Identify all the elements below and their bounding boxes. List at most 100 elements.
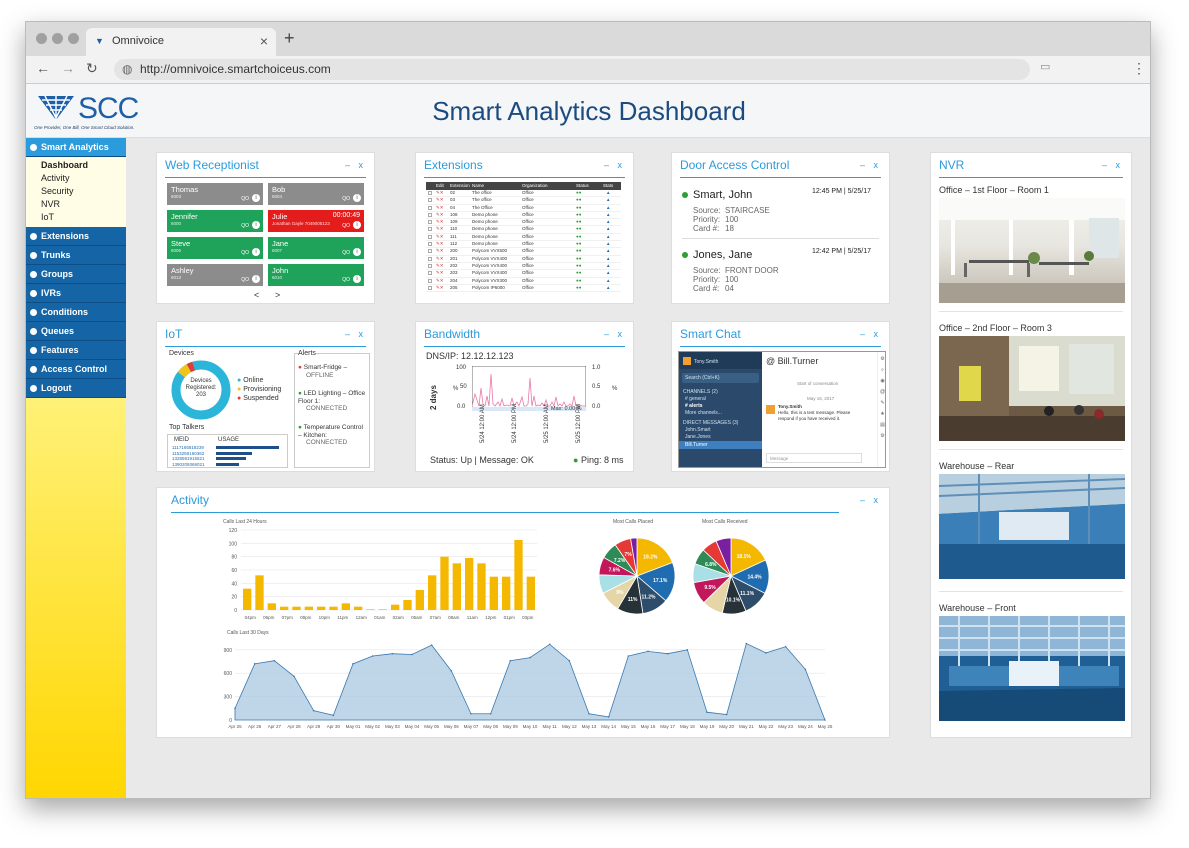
table-row[interactable]: ✎✕ 201 Polycom VVX400 Office ●● ▲	[426, 256, 621, 263]
sidebar-item-features[interactable]: Features	[26, 341, 126, 360]
panel-controls[interactable]: – x	[860, 329, 881, 339]
receptionist-tile[interactable]: John 6010 QO i	[268, 264, 364, 286]
info-icon[interactable]: i	[252, 275, 260, 283]
stats-icon[interactable]: ▲	[606, 285, 610, 290]
info-icon[interactable]: i	[353, 194, 361, 202]
edit-delete-icon[interactable]: ✎✕	[436, 234, 444, 240]
sidebar-item-trunks[interactable]: Trunks	[26, 246, 126, 265]
info-icon[interactable]: i	[353, 275, 361, 283]
row-checkbox[interactable]	[428, 234, 432, 239]
edit-delete-icon[interactable]: ✎✕	[436, 219, 444, 225]
panel-controls[interactable]: – x	[345, 160, 366, 170]
edit-delete-icon[interactable]: ✎✕	[436, 197, 444, 203]
channel-general[interactable]: # general	[685, 396, 756, 402]
stats-icon[interactable]: ▲	[606, 278, 610, 283]
column-header[interactable]: Extension	[450, 183, 470, 188]
table-row[interactable]: ✎✕ 109 Demo phone Office ●● ▲	[426, 219, 621, 227]
table-row[interactable]: ✎✕ 110 Demo phone Office ●● ▲	[426, 226, 621, 234]
sidebar-sub-activity[interactable]: Activity	[41, 172, 126, 185]
close-window-dot[interactable]	[36, 33, 47, 44]
star-icon[interactable]: ★	[878, 409, 885, 420]
edit-delete-icon[interactable]: ✎✕	[436, 263, 444, 269]
receptionist-tile[interactable]: Ashley 6013 QO i	[167, 264, 263, 286]
alert-item[interactable]: ● Temperature Control – Kitchen: CONNECTE…	[298, 424, 368, 447]
sidebar-sub-iot[interactable]: IoT	[41, 211, 126, 224]
sidebar-item-queues[interactable]: Queues	[26, 322, 126, 341]
row-checkbox[interactable]	[428, 242, 432, 247]
edit-delete-icon[interactable]: ✎✕	[436, 278, 444, 284]
stats-icon[interactable]: ▲	[606, 241, 610, 246]
table-row[interactable]: ✎✕ 108 Demo phone Office ●● ▲	[426, 212, 621, 220]
column-header[interactable]: Name	[472, 183, 484, 188]
sidebar-item-groups[interactable]: Groups	[26, 265, 126, 284]
dm-bill[interactable]: Bill.Turner	[679, 441, 762, 449]
row-checkbox[interactable]	[428, 285, 432, 290]
queue-icon[interactable]: QO	[241, 277, 249, 283]
stats-icon[interactable]: ▲	[606, 226, 610, 231]
back-icon[interactable]: ←	[36, 60, 50, 76]
pin-icon[interactable]: ✎	[878, 398, 885, 409]
reload-icon[interactable]: ↻	[86, 60, 98, 77]
stats-icon[interactable]: ▲	[606, 197, 610, 202]
access-entry[interactable]: Smart, John 12:45 PM | 5/25/17 Source: ST…	[682, 185, 881, 233]
info-icon[interactable]: i	[252, 248, 260, 256]
column-header[interactable]: Status	[576, 183, 589, 188]
talker-meid[interactable]: 1117165818239	[172, 445, 204, 450]
channel-alerts[interactable]: # alerts	[685, 403, 756, 409]
queue-icon[interactable]: QO	[241, 223, 249, 229]
info-icon[interactable]: i	[252, 221, 260, 229]
sidebar-item-access-control[interactable]: Access Control	[26, 360, 126, 379]
info-icon[interactable]: i	[353, 221, 361, 229]
panel-controls[interactable]: – x	[860, 160, 881, 170]
chat-search-input[interactable]: Search (Ctrl+K)	[682, 373, 759, 383]
files-icon[interactable]: ▤	[878, 420, 885, 431]
minimize-window-dot[interactable]	[52, 33, 63, 44]
row-checkbox[interactable]	[428, 263, 432, 268]
edit-delete-icon[interactable]: ✎✕	[436, 205, 444, 211]
access-entry[interactable]: Jones, Jane 12:42 PM | 5/25/17 Source: FR…	[682, 245, 881, 293]
column-header[interactable]: Organization	[522, 183, 548, 188]
panel-controls[interactable]: – x	[604, 329, 625, 339]
edit-delete-icon[interactable]: ✎✕	[436, 285, 444, 291]
stats-icon[interactable]: ▲	[606, 263, 610, 268]
edit-delete-icon[interactable]: ✎✕	[436, 190, 444, 196]
alert-item[interactable]: ● LED Lighting – Office Floor 1: CONNECTE…	[298, 390, 368, 413]
talker-meid[interactable]: 1328591915521	[172, 456, 205, 461]
user-icon[interactable]: ◉	[878, 376, 885, 387]
edit-delete-icon[interactable]: ✎✕	[436, 241, 444, 247]
queue-icon[interactable]: QO	[342, 277, 350, 283]
stats-icon[interactable]: ▲	[606, 212, 610, 217]
stats-icon[interactable]: ▲	[606, 219, 610, 224]
sidebar-item-ivrs[interactable]: IVRs	[26, 284, 126, 303]
next-page-button[interactable]: >	[275, 290, 280, 300]
mention-icon[interactable]: @	[878, 387, 885, 398]
new-tab-icon[interactable]: +	[284, 28, 295, 49]
row-checkbox[interactable]	[428, 191, 432, 195]
settings-icon[interactable]: ⚙	[878, 431, 885, 442]
table-row[interactable]: ✎✕ 203 Polycom VVX400 Office ●● ▲	[426, 270, 621, 278]
row-checkbox[interactable]	[428, 212, 432, 217]
table-row[interactable]: ✎✕ 02 The office Office ●● ▲	[426, 190, 621, 198]
queue-icon[interactable]: QO	[342, 196, 350, 202]
stats-icon[interactable]: ▲	[606, 270, 610, 275]
forward-icon[interactable]: →	[61, 60, 75, 76]
row-checkbox[interactable]	[428, 198, 432, 203]
edit-delete-icon[interactable]: ✎✕	[436, 270, 444, 276]
panel-controls[interactable]: – x	[345, 329, 366, 339]
row-checkbox[interactable]	[428, 227, 432, 232]
queue-icon[interactable]: QO	[241, 196, 249, 202]
panel-controls[interactable]: – x	[1102, 160, 1123, 170]
receptionist-tile[interactable]: Jennifer 6000 QO i	[167, 210, 263, 232]
browser-tab[interactable]: ▼ Omnivoice ×	[86, 28, 276, 56]
edit-delete-icon[interactable]: ✎✕	[436, 248, 444, 254]
maximize-window-dot[interactable]	[68, 33, 79, 44]
sidebar-item-extensions[interactable]: Extensions	[26, 227, 126, 246]
talker-meid[interactable]: 1153259160362	[172, 451, 204, 456]
panel-controls[interactable]: – x	[604, 160, 625, 170]
sidebar-sub-dashboard[interactable]: Dashboard	[41, 159, 126, 172]
dm-john[interactable]: John.Smart	[685, 427, 756, 433]
table-row[interactable]: ✎✕ 04 The Office Office ●● ▲	[426, 205, 621, 212]
edit-delete-icon[interactable]: ✎✕	[436, 212, 444, 218]
info-icon[interactable]: i	[252, 194, 260, 202]
stats-icon[interactable]: ▲	[606, 256, 610, 261]
